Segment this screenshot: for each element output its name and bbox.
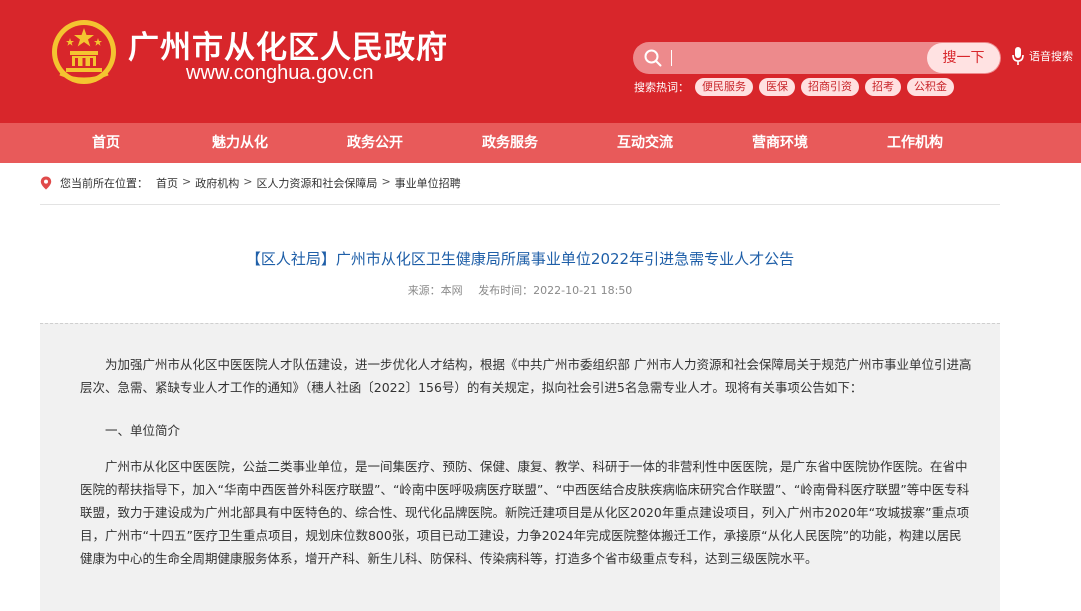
hot-tag-zhaoshang[interactable]: 招商引资 bbox=[801, 78, 859, 96]
breadcrumb-item-hr-bureau[interactable]: 区人力资源和社会保障局 bbox=[256, 175, 377, 191]
site-header: 广州市从化区人民政府 www.conghua.gov.cn 搜一下 语音搜索 搜… bbox=[0, 0, 1081, 123]
voice-search-button[interactable]: 语音搜索 bbox=[1011, 46, 1073, 66]
hot-tag-yibao[interactable]: 医保 bbox=[759, 78, 795, 96]
hot-search-bar: 搜索热词： 便民服务 医保 招商引资 招考 公积金 bbox=[634, 78, 960, 96]
article-title: 【区人社局】广州市从化区卫生健康局所属事业单位2022年引进急需专业人才公告 bbox=[245, 250, 795, 268]
nav-item-gov-affairs-open[interactable]: 政务公开 bbox=[330, 123, 420, 163]
hot-tag-zhaokao[interactable]: 招考 bbox=[865, 78, 901, 96]
national-emblem-icon bbox=[52, 20, 116, 84]
search-icon[interactable] bbox=[643, 48, 663, 68]
nav-item-agencies[interactable]: 工作机构 bbox=[870, 123, 960, 163]
article-meta: 来源：本网 发布时间：2022-10-21 18:50 bbox=[0, 282, 1040, 298]
nav-item-home[interactable]: 首页 bbox=[61, 123, 151, 163]
nav-item-business-env[interactable]: 营商环境 bbox=[735, 123, 825, 163]
nav-item-gov-services[interactable]: 政务服务 bbox=[465, 123, 555, 163]
article-content: 为加强广州市从化区中医医院人才队伍建设，进一步优化人才结构，根据《中共广州市委组… bbox=[40, 323, 1000, 611]
voice-search-label: 语音搜索 bbox=[1029, 50, 1073, 63]
breadcrumb-separator: > bbox=[243, 175, 253, 188]
article-section-heading: 一、单位简介 bbox=[105, 423, 181, 438]
search-box: 搜一下 bbox=[633, 42, 1001, 74]
location-pin-icon bbox=[40, 176, 52, 190]
nav-item-charm[interactable]: 魅力从化 bbox=[195, 123, 285, 163]
nav-item-interaction[interactable]: 互动交流 bbox=[600, 123, 690, 163]
breadcrumb-prefix: 您当前所在位置： bbox=[60, 177, 148, 190]
search-input[interactable] bbox=[675, 46, 925, 70]
breadcrumb-separator: > bbox=[381, 175, 391, 188]
hot-tag-bianmin[interactable]: 便民服务 bbox=[695, 78, 753, 96]
hot-tag-gongjijin[interactable]: 公积金 bbox=[907, 78, 954, 96]
article-source: 来源：本网 bbox=[407, 284, 463, 297]
breadcrumb-item-gov-agencies[interactable]: 政府机构 bbox=[195, 175, 239, 191]
site-title[interactable]: 广州市从化区人民政府 bbox=[128, 22, 448, 67]
breadcrumb: 您当前所在位置： 首页 > 政府机构 > 区人力资源和社会保障局 > 事业单位招… bbox=[40, 175, 1000, 205]
search-caret bbox=[671, 50, 672, 66]
site-url[interactable]: www.conghua.gov.cn bbox=[186, 62, 374, 85]
breadcrumb-item-recruitment[interactable]: 事业单位招聘 bbox=[395, 175, 461, 191]
article-paragraph: 为加强广州市从化区中医医院人才队伍建设，进一步优化人才结构，根据《中共广州市委组… bbox=[80, 357, 972, 395]
hot-search-label: 搜索热词： bbox=[634, 81, 689, 94]
main-nav: 首页 魅力从化 政务公开 政务服务 互动交流 营商环境 工作机构 bbox=[0, 123, 1081, 163]
article-publish-time: 发布时间：2022-10-21 18:50 bbox=[478, 284, 633, 297]
search-button[interactable]: 搜一下 bbox=[927, 43, 1000, 73]
breadcrumb-item-home[interactable]: 首页 bbox=[156, 175, 178, 191]
breadcrumb-separator: > bbox=[182, 175, 192, 188]
microphone-icon bbox=[1012, 47, 1024, 65]
article-paragraph: 广州市从化区中医医院，公益二类事业单位，是一间集医疗、预防、保健、康复、教学、科… bbox=[80, 459, 970, 566]
